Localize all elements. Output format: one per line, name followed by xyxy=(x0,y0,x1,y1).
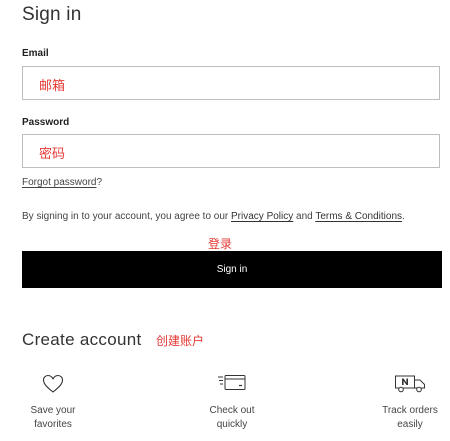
card-checkout-icon xyxy=(218,375,246,390)
heart-icon xyxy=(42,374,64,393)
forgot-password: Forgot password? xyxy=(22,177,102,188)
benefit-line: quickly xyxy=(216,419,248,430)
email-field[interactable]: 邮箱 xyxy=(22,66,440,100)
benefit-line: favorites xyxy=(34,419,72,430)
email-annotation: 邮箱 xyxy=(39,79,66,94)
agree-prefix: By signing in to your account, you agree… xyxy=(22,211,232,222)
agree-and: and xyxy=(293,211,316,222)
password-label: Password xyxy=(22,117,70,128)
benefit-line: Save your xyxy=(30,405,76,416)
page-title: Sign in xyxy=(22,4,82,25)
benefit-save-favorites: Save your favorites xyxy=(0,374,108,432)
forgot-password-suffix: ? xyxy=(96,177,103,188)
password-annotation: 密码 xyxy=(39,147,66,162)
signin-page: Sign in Email 邮箱 Password 密码 Forgot pass… xyxy=(22,0,442,441)
benefit-line: easily xyxy=(397,419,423,430)
agree-suffix: . xyxy=(402,211,405,222)
password-field[interactable]: 密码 xyxy=(22,134,440,168)
delivery-truck-icon xyxy=(395,375,425,393)
email-label: Email xyxy=(22,48,49,59)
signin-button[interactable]: Sign in xyxy=(22,251,442,288)
signin-annotation: 登录 xyxy=(208,237,233,251)
benefit-track-orders: Track orders easily xyxy=(355,374,450,432)
benefit-line: Track orders xyxy=(382,405,438,416)
privacy-policy-link[interactable]: Privacy Policy xyxy=(231,211,293,222)
create-account-title: Create account xyxy=(22,330,142,349)
forgot-password-link[interactable]: Forgot password xyxy=(22,177,96,188)
create-account-annotation: 创建账户 xyxy=(156,334,205,348)
benefit-check-out: Check out quickly xyxy=(177,374,287,432)
terms-agreement: By signing in to your account, you agree… xyxy=(22,211,405,222)
terms-conditions-link[interactable]: Terms & Conditions xyxy=(315,211,402,222)
benefit-line: Check out xyxy=(209,405,255,416)
